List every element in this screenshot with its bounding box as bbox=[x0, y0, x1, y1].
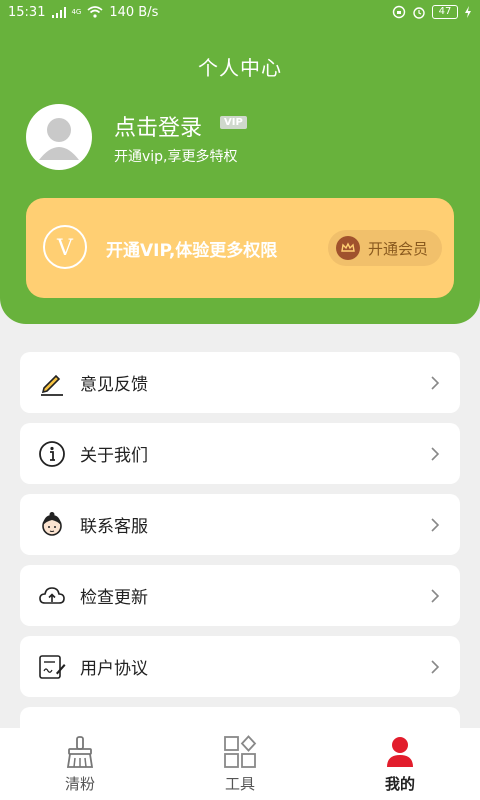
tab-clean-fans[interactable]: 清粉 bbox=[0, 728, 160, 800]
wifi-icon bbox=[87, 6, 103, 18]
vip-tag: VIP bbox=[220, 116, 247, 129]
tab-label-clean-fans: 清粉 bbox=[64, 774, 95, 793]
menu-label-contact-service: 联系客服 bbox=[80, 517, 148, 537]
menu-item-feedback[interactable]: 意见反馈 bbox=[20, 352, 460, 413]
tab-label-mine: 我的 bbox=[384, 774, 415, 793]
user-icon bbox=[387, 736, 413, 767]
grid-icon bbox=[224, 734, 257, 768]
info-icon bbox=[39, 440, 65, 467]
pencil-icon bbox=[41, 374, 63, 396]
bottom-nav: 清粉 工具 我的 bbox=[0, 728, 480, 800]
vip-badge-letter: V bbox=[56, 236, 74, 261]
menu-label-feedback: 意见反馈 bbox=[80, 375, 148, 395]
status-time: 15:31 bbox=[8, 4, 46, 20]
signal-icon bbox=[52, 7, 67, 18]
login-link[interactable]: 点击登录 bbox=[114, 110, 202, 142]
crown-icon bbox=[335, 236, 360, 260]
menu-item-about[interactable]: 关于我们 bbox=[20, 423, 460, 484]
vip-promo-card[interactable]: V 开通VIP,体验更多权限 开通会员 bbox=[26, 198, 454, 298]
menu-label-check-update: 检查更新 bbox=[80, 588, 148, 608]
vip-card-text: 开通VIP,体验更多权限 bbox=[106, 241, 278, 261]
chevron-right-icon bbox=[431, 588, 440, 603]
menu-item-contact-service[interactable]: 联系客服 bbox=[20, 494, 460, 555]
network-speed: 140 B/s bbox=[109, 4, 159, 20]
cloud-upload-icon bbox=[39, 586, 65, 604]
status-bar: 15:31 4G 140 B/s 47 bbox=[0, 0, 480, 24]
chevron-right-icon bbox=[431, 375, 440, 390]
battery-level: 47 bbox=[432, 5, 458, 19]
tab-tools[interactable]: 工具 bbox=[160, 728, 320, 800]
network-label: 4G bbox=[71, 8, 82, 16]
broom-icon bbox=[66, 735, 94, 768]
lock-rotation-icon bbox=[392, 5, 406, 19]
vip-badge-icon: V bbox=[43, 225, 87, 269]
open-vip-button[interactable]: 开通会员 bbox=[327, 230, 442, 266]
menu-item-user-agreement[interactable]: 用户协议 bbox=[20, 636, 460, 697]
profile-header: 15:31 4G 140 B/s 47 个人中心 点击登录 VIP 开通vip,… bbox=[0, 0, 480, 324]
menu-label-about: 关于我们 bbox=[80, 446, 148, 466]
tab-label-tools: 工具 bbox=[224, 774, 255, 793]
open-vip-label: 开通会员 bbox=[367, 239, 428, 258]
settings-menu: 意见反馈 关于我们 联系客服 检查更新 用户协议 bbox=[20, 352, 460, 778]
customer-service-icon bbox=[42, 511, 62, 536]
menu-label-user-agreement: 用户协议 bbox=[80, 659, 148, 679]
document-sign-icon bbox=[39, 654, 66, 679]
chevron-right-icon bbox=[431, 659, 440, 674]
chevron-right-icon bbox=[431, 446, 440, 461]
page-title: 个人中心 bbox=[198, 56, 282, 80]
charging-icon bbox=[465, 6, 471, 18]
alarm-icon bbox=[413, 7, 425, 19]
chevron-right-icon bbox=[431, 517, 440, 532]
menu-item-check-update[interactable]: 检查更新 bbox=[20, 565, 460, 626]
login-subtitle: 开通vip,享更多特权 bbox=[114, 149, 238, 165]
default-avatar-icon bbox=[39, 118, 79, 160]
avatar[interactable] bbox=[26, 104, 92, 170]
tab-mine[interactable]: 我的 bbox=[320, 728, 480, 800]
